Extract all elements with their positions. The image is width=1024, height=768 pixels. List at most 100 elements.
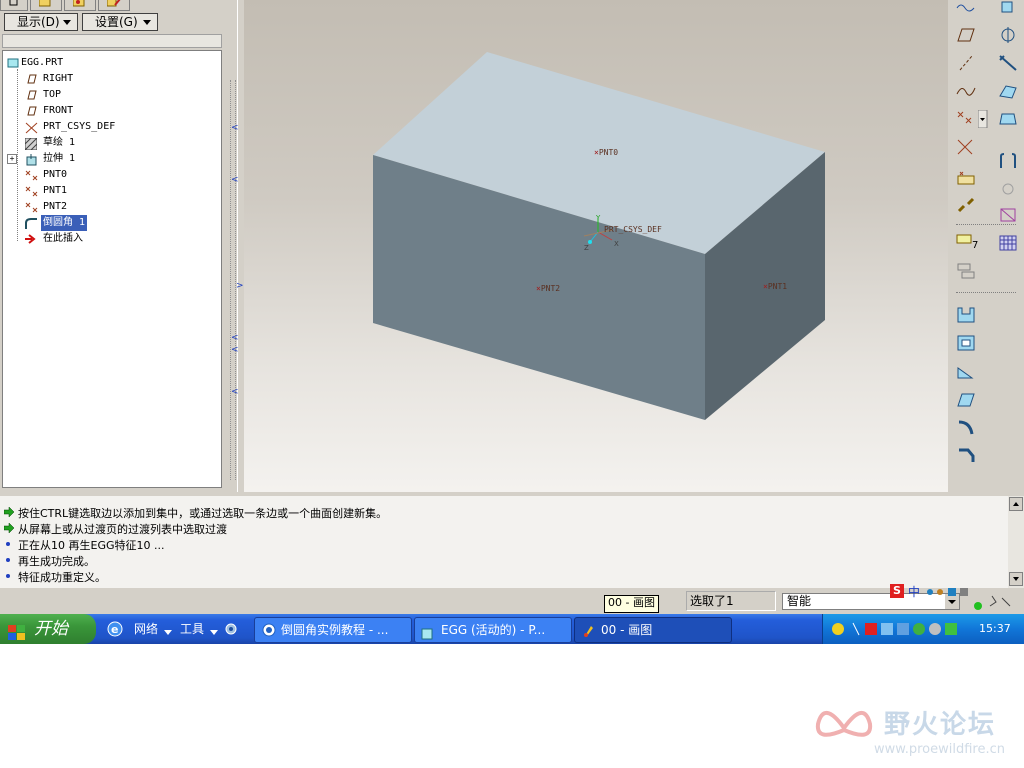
draft-tool-icon[interactable]	[956, 390, 976, 410]
chevron-down-icon[interactable]	[210, 626, 218, 635]
rib-tool-icon[interactable]	[956, 362, 976, 382]
shell-icon[interactable]	[956, 334, 976, 354]
hole-note-icon[interactable]: 7	[956, 232, 978, 252]
favorites-tab[interactable]	[64, 0, 96, 11]
model-view[interactable]	[244, 0, 948, 492]
sketch-icon	[24, 137, 38, 151]
paint-icon	[581, 622, 597, 638]
bullet-icon	[4, 538, 14, 554]
ime-mode[interactable]: 中	[908, 583, 920, 600]
x-axis-label: X	[614, 240, 619, 248]
chamfer-tool-icon[interactable]	[956, 446, 976, 466]
start-label: 开始	[34, 619, 68, 639]
datum-plane-tool-icon[interactable]	[956, 26, 976, 46]
proe-icon	[421, 624, 433, 640]
sogou-icon[interactable]: S	[890, 584, 904, 598]
graphics-viewport[interactable]: ×PNT0 ×PNT2 ×PNT1 PRT_CSYS_DEF Y X Z	[244, 0, 948, 492]
datum-point-pnt1[interactable]: ×PNT1	[763, 282, 787, 291]
tree-item-label: PNT2	[43, 201, 68, 212]
model-tree-tab[interactable]	[0, 0, 28, 11]
chevron-down-icon[interactable]	[164, 626, 172, 635]
green-arrow-icon	[3, 506, 15, 522]
message-text: 正在从10 再生EGG特征10 ...	[18, 539, 165, 552]
shell-tool-icon[interactable]	[956, 262, 976, 282]
hole-tool-icon[interactable]	[956, 306, 976, 326]
datum-point-pnt0[interactable]: ×PNT0	[594, 148, 618, 157]
message-scrollbar[interactable]	[1008, 496, 1024, 588]
watermark-title: 野火论坛	[884, 710, 997, 740]
chevron-left-icon[interactable]: <	[231, 124, 239, 133]
datum-point-pnt2[interactable]: ×PNT2	[536, 284, 560, 293]
message-line: 从屏幕上或从过渡页的过渡列表中选取过渡	[3, 522, 227, 538]
expand-toggle[interactable]: +	[7, 154, 17, 164]
round-tool-icon[interactable]	[956, 418, 976, 438]
scroll-up-button[interactable]	[1009, 497, 1023, 511]
ime-tools-icon[interactable]	[926, 586, 970, 598]
tree-item-label: PRT_CSYS_DEF	[43, 121, 116, 132]
trim-icon[interactable]	[998, 206, 1018, 226]
task-proe[interactable]: EGG (活动的) - P...	[414, 617, 572, 643]
browser-icon	[261, 622, 277, 638]
task-paint[interactable]: 00 - 画图	[574, 617, 732, 643]
pattern-icon[interactable]	[998, 234, 1018, 254]
scroll-down-button[interactable]	[1009, 572, 1023, 586]
network-toolbar-label[interactable]: 网络	[134, 614, 158, 644]
chevron-left-icon[interactable]: <	[231, 346, 239, 355]
task-browser[interactable]: 倒圆角实例教程 - ...	[254, 617, 412, 643]
settings-menu-button[interactable]: 设置(G)	[82, 13, 158, 31]
tree-item-label: EGG.PRT	[21, 57, 64, 68]
system-tray: 15:37	[822, 614, 1024, 644]
filter-value: 智能	[787, 594, 812, 608]
y-axis-label: Y	[596, 214, 601, 222]
blend-tool-icon[interactable]	[998, 82, 1018, 102]
chain-icon[interactable]	[956, 196, 976, 216]
bullet-icon	[4, 570, 14, 586]
chevron-left-icon[interactable]: <	[231, 176, 239, 185]
boundary-blend-icon[interactable]	[998, 110, 1018, 130]
tree-item-label: PNT1	[43, 185, 68, 196]
tools-toolbar-label[interactable]: 工具	[180, 614, 204, 644]
ime-toolbar[interactable]: S 中	[888, 582, 972, 600]
message-line: 按住CTRL键选取边以添加到集中，或通过选取一条边或一个曲面创建新集。	[3, 506, 387, 522]
connections-tab[interactable]	[98, 0, 130, 11]
tree-item-label: 拉伸 1	[43, 153, 76, 164]
pnt0-label: PNT0	[598, 148, 619, 157]
settings-gear-icon[interactable]	[224, 622, 238, 636]
datum-axis-tool-icon[interactable]	[998, 0, 1018, 20]
start-button[interactable]: 开始	[0, 614, 96, 644]
datum-plane-icon	[25, 74, 37, 84]
mirror-icon[interactable]	[998, 152, 1018, 172]
tray-icons[interactable]	[831, 621, 957, 637]
analysis-icon[interactable]	[956, 168, 976, 188]
show-menu-label: 显示(D)	[17, 15, 60, 29]
traffic-light-icon[interactable]	[972, 594, 1022, 612]
chevron-left-icon[interactable]: <	[231, 388, 239, 397]
datum-point-tool-icon[interactable]	[956, 110, 976, 130]
merge-icon[interactable]	[998, 180, 1018, 200]
tree-item-label: FRONT	[43, 105, 74, 116]
toolbar-separator	[956, 224, 1016, 225]
insert-arrow-icon	[25, 234, 37, 244]
task-label: 00 - 画图	[601, 623, 653, 637]
coordinate-system-icon[interactable]	[956, 138, 976, 158]
chevron-left-icon[interactable]: <	[231, 334, 239, 343]
folder-tab[interactable]	[30, 0, 62, 11]
datum-axis-icon[interactable]	[956, 54, 976, 74]
sketch-curve-icon[interactable]	[956, 0, 976, 20]
clock: 15:37	[979, 622, 1011, 635]
revolve-tool-icon[interactable]	[998, 26, 1018, 46]
round-icon	[25, 218, 37, 229]
datum-plane-icon	[25, 106, 37, 116]
dropdown-arrow-icon[interactable]	[977, 109, 988, 130]
datum-curve-icon[interactable]	[956, 82, 976, 102]
show-menu-button[interactable]: 显示(D)	[4, 13, 78, 31]
datum-point-icon	[25, 202, 38, 213]
csys-label: PRT_CSYS_DEF	[604, 225, 662, 234]
chevron-right-icon[interactable]: >	[236, 282, 244, 291]
model-tree: EGG.PRT RIGHT TOP FRONT PRT_CSYS_DEF 草绘 …	[2, 50, 222, 488]
message-text: 特征成功重定义。	[18, 571, 106, 584]
ie-quicklaunch-icon[interactable]: e	[106, 620, 124, 638]
sweep-tool-icon[interactable]	[998, 54, 1018, 74]
bullet-icon	[4, 554, 14, 570]
panel-splitter[interactable]: < < > < < <	[226, 0, 244, 492]
